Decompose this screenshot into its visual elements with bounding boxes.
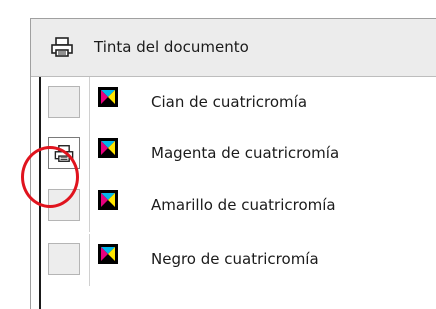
column-divider — [89, 128, 90, 180]
document-ink-header[interactable]: Tinta del documento — [31, 19, 436, 77]
column-divider — [89, 77, 90, 129]
ink-row-yellow[interactable]: Amarillo de cuatricromía — [31, 180, 436, 232]
ink-row-cyan[interactable]: Cian de cuatricromía — [31, 77, 436, 129]
ink-label: Amarillo de cuatricromía — [151, 196, 336, 214]
ink-manager-panel: Tinta del documento Cian de cuatricromía — [30, 18, 436, 309]
print-toggle-cyan[interactable] — [48, 86, 80, 118]
header-title: Tinta del documento — [94, 38, 249, 56]
ink-label: Magenta de cuatricromía — [151, 144, 340, 162]
column-divider — [89, 180, 90, 232]
process-color-icon — [98, 87, 118, 107]
highlight-circle — [21, 146, 79, 208]
ink-label: Negro de cuatricromía — [151, 250, 319, 268]
process-color-icon — [98, 190, 118, 210]
printer-icon — [51, 37, 73, 57]
ink-row-black[interactable]: Negro de cuatricromía — [31, 234, 436, 286]
ink-label: Cian de cuatricromía — [151, 93, 308, 111]
process-color-icon — [98, 244, 118, 264]
column-divider — [89, 234, 90, 286]
process-color-icon — [98, 138, 118, 158]
ink-row-magenta[interactable]: Magenta de cuatricromía — [31, 128, 436, 180]
print-toggle-black[interactable] — [48, 243, 80, 275]
ink-list: Cian de cuatricromía Magenta de cuatricr… — [31, 77, 436, 309]
